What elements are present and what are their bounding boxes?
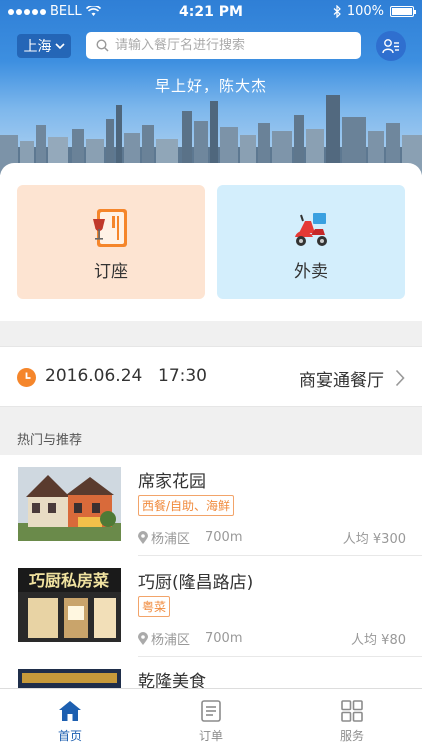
restaurant-item[interactable]: 乾隆美食 [0,657,422,690]
tab-bar: 首页 订单 服务 [0,688,422,750]
restaurant-photo [18,669,121,690]
search-bar[interactable] [86,32,361,59]
restaurant-name: 乾隆美食 [138,672,206,690]
profile-button[interactable] [376,31,406,61]
booking-restaurant: 商宴通餐厅 [299,371,384,391]
search-icon [96,39,109,52]
location-pin-icon [138,632,148,645]
cuisine-tag: 西餐/自助、海鲜 [138,495,235,516]
bluetooth-icon [333,5,341,18]
restaurant-photo [18,467,121,541]
price-per-person: 人均 ¥300 [342,532,406,547]
district-label: 杨浦区 [151,633,191,648]
city-label: 上海 [23,39,52,55]
restaurant-tags: 西餐/自助、海鲜 [138,495,235,516]
greeting-text: 早上好，陈大杰 [154,77,267,95]
restaurant-name: 席家花园 [138,472,206,492]
distance-label: 700m [205,530,243,545]
district-label: 杨浦区 [151,532,191,547]
tile-takeout[interactable]: 外卖 [217,185,405,299]
booking-date: 2016.06.24 [45,366,143,386]
chevron-right-icon [395,369,405,387]
distance-label: 700m [205,631,243,646]
menu-wine-icon [93,209,127,247]
status-bar: BELL 4:21 PM 100% [0,0,422,24]
booking-row[interactable]: 2016.06.24 17:30 商宴通餐厅 [0,346,422,407]
restaurant-list: 席家花园 西餐/自助、海鲜 杨浦区 700m 人均 ¥300 巧厨私房菜 巧厨(… [0,455,422,690]
restaurant-name: 巧厨(隆昌路店) [138,573,254,593]
sign-text: 巧厨私房菜 [29,571,109,590]
list-icon [201,700,221,722]
tab-orders[interactable]: 订单 [141,689,281,750]
tab-label: 订单 [198,729,223,743]
restaurant-location: 杨浦区 700m [138,629,243,648]
home-icon [59,701,81,721]
booking-time: 17:30 [158,366,207,386]
tab-services[interactable]: 服务 [282,689,422,750]
scooter-icon [295,213,327,246]
cuisine-tag: 粤菜 [138,596,171,617]
battery-icon [390,6,416,17]
chevron-down-icon [54,42,65,49]
location-pin-icon [138,531,148,544]
tile-label-takeout: 外卖 [294,262,328,282]
tile-label-reserve: 订座 [94,262,128,282]
city-selector-button[interactable]: 上海 [17,34,71,58]
restaurant-location: 杨浦区 700m [138,528,243,547]
battery-percent: 100% [346,4,384,19]
clock-icon [17,368,36,387]
header-hero: BELL 4:21 PM 100% 上海 早上好，陈大杰 [0,0,422,175]
section-title-recommended: 热门与推荐 [17,433,83,448]
restaurant-tags: 粤菜 [138,596,171,617]
restaurant-photo: 巧厨私房菜 [18,568,121,642]
user-card-icon [382,39,399,54]
grid-icon [341,700,363,722]
tile-reserve-seat[interactable]: 订座 [17,185,205,299]
tab-label: 首页 [57,729,82,743]
price-per-person: 人均 ¥80 [351,633,406,648]
search-input[interactable] [115,38,345,53]
restaurant-item[interactable]: 席家花园 西餐/自助、海鲜 杨浦区 700m 人均 ¥300 [0,455,422,556]
tab-home[interactable]: 首页 [0,689,140,750]
service-tiles: 订座 外卖 [0,163,422,321]
tab-label: 服务 [339,729,364,743]
restaurant-item[interactable]: 巧厨私房菜 巧厨(隆昌路店) 粤菜 杨浦区 700m 人均 ¥80 [0,556,422,657]
